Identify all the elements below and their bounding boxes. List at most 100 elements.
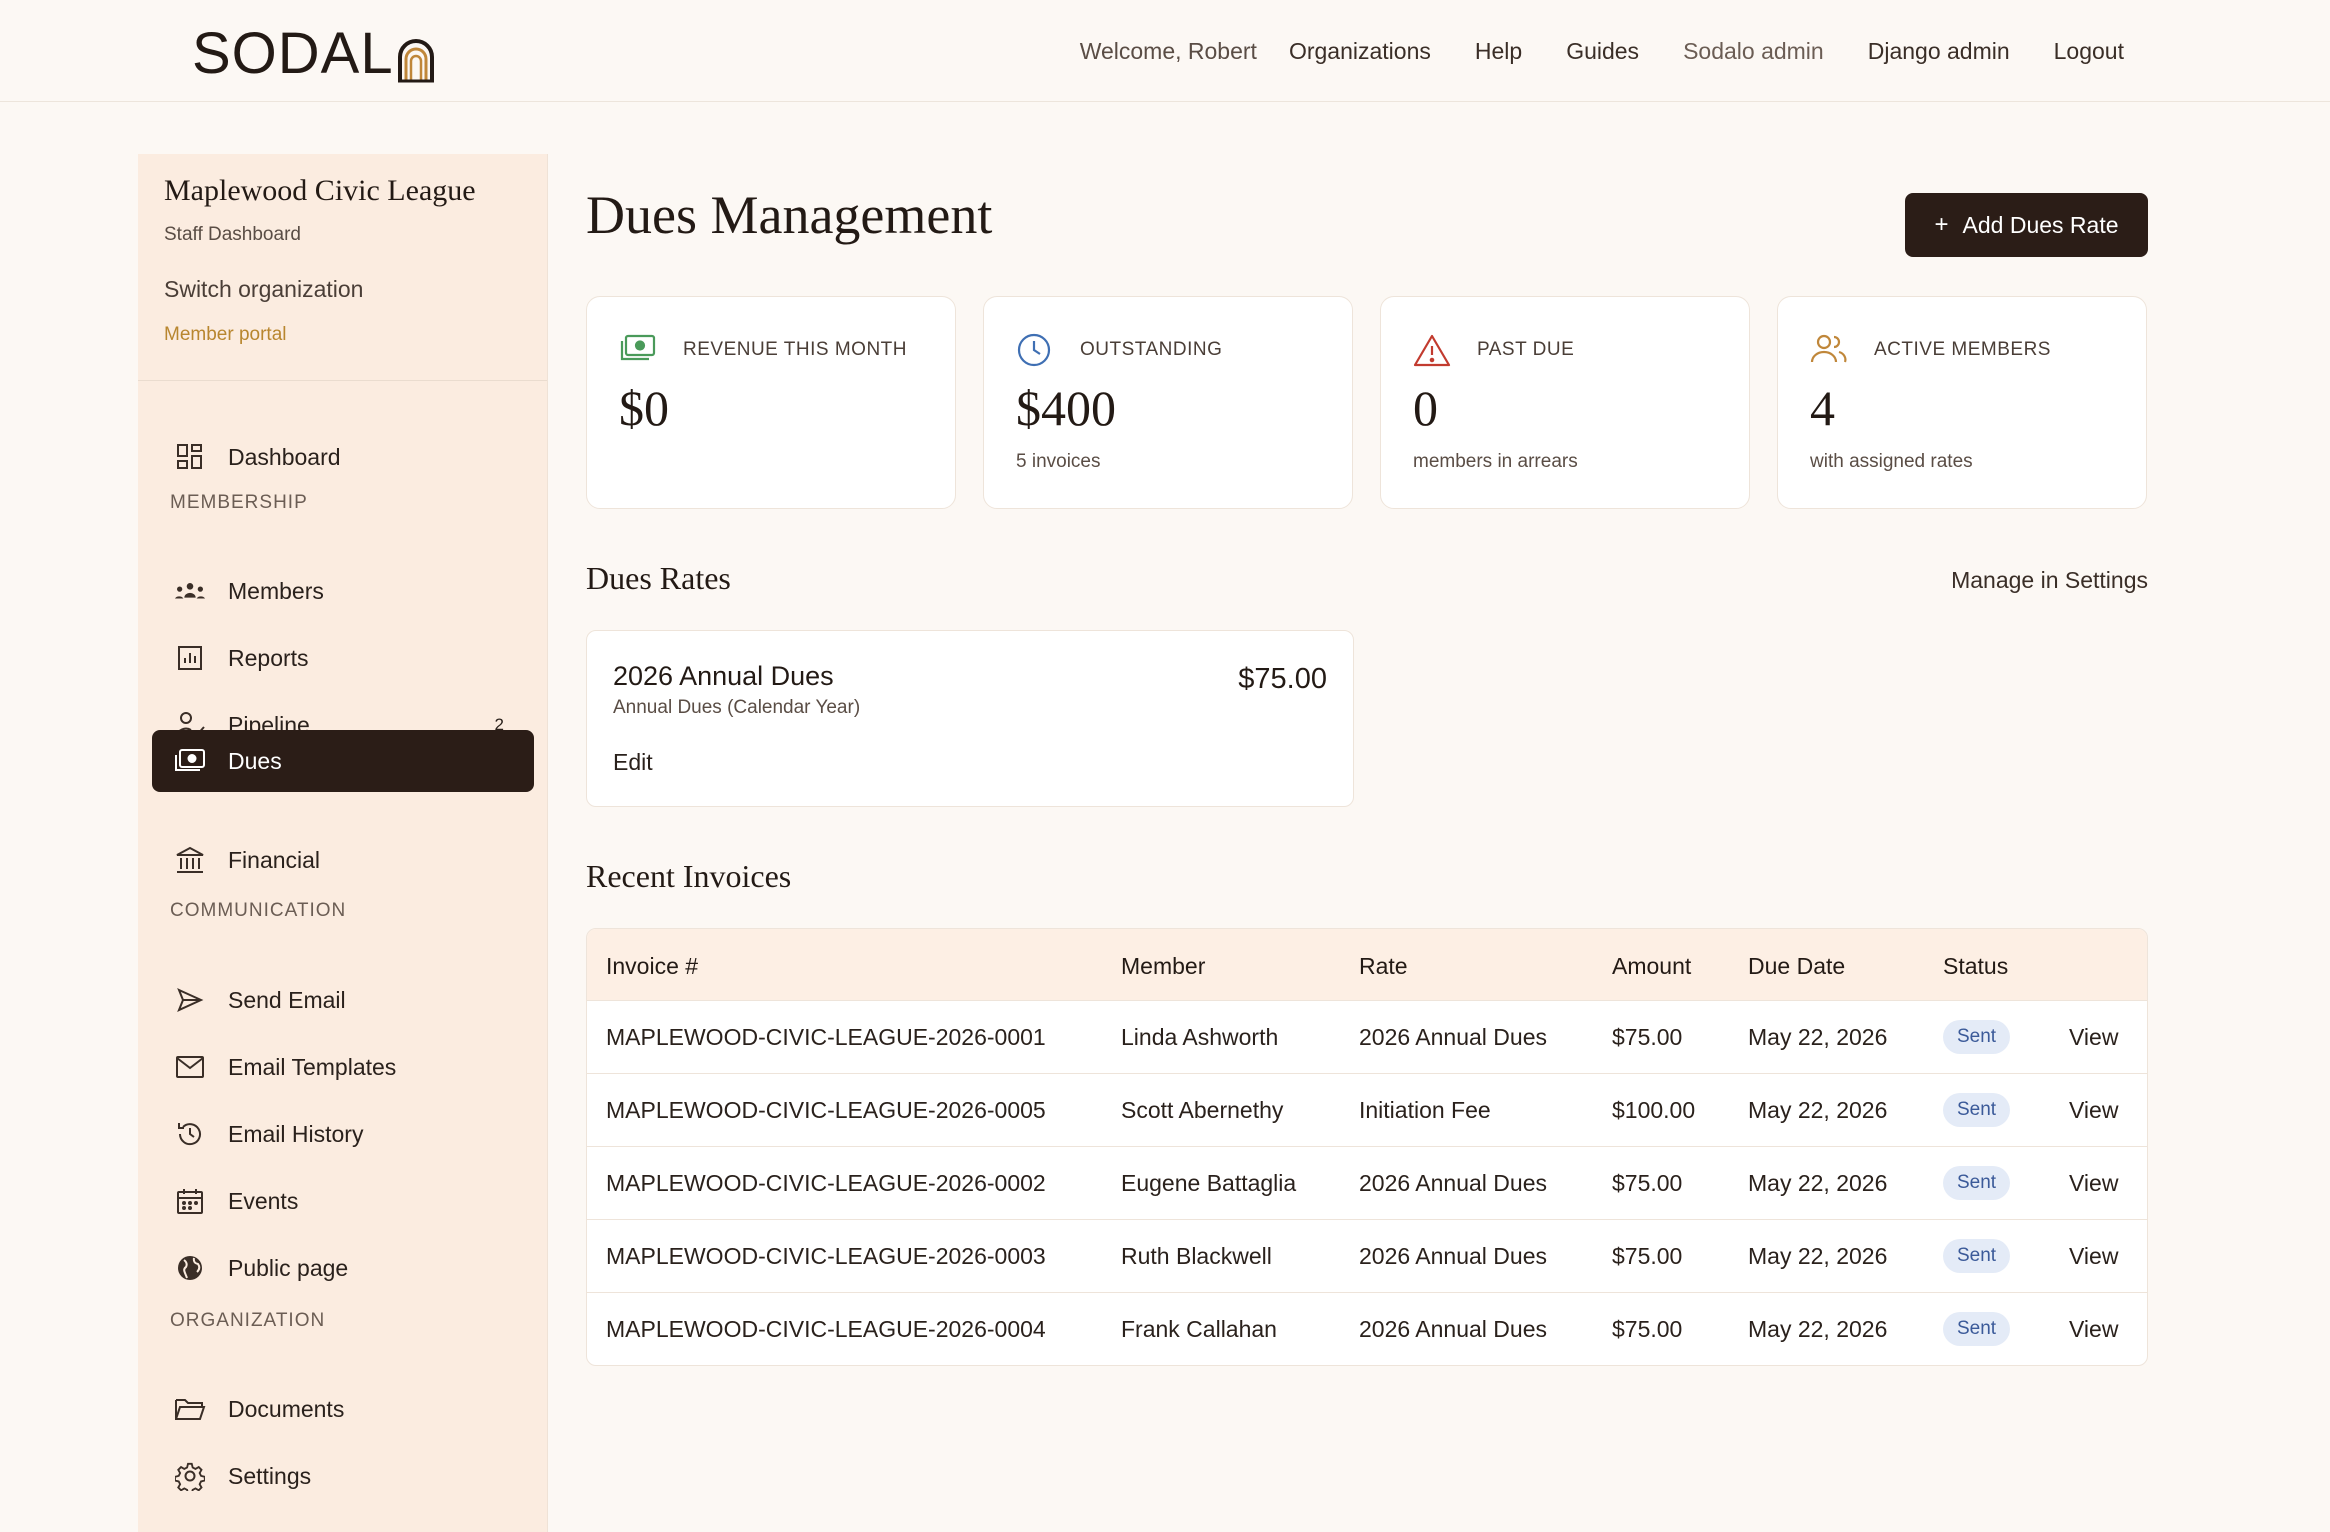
- sidebar: Maplewood Civic League Staff Dashboard S…: [138, 154, 548, 1532]
- nav-help[interactable]: Help: [1475, 38, 1522, 65]
- invoice-number: MAPLEWOOD-CIVIC-LEAGUE-2026-0001: [606, 1024, 1046, 1050]
- table-row: MAPLEWOOD-CIVIC-LEAGUE-2026-0002 Eugene …: [587, 1147, 2147, 1220]
- nav-django-admin[interactable]: Django admin: [1868, 38, 2010, 65]
- rate-edit-link[interactable]: Edit: [613, 749, 653, 776]
- nav-sodalo-admin[interactable]: Sodalo admin: [1683, 38, 1824, 65]
- member-portal-link[interactable]: Member portal: [164, 324, 287, 346]
- status-badge: Sent: [1943, 1312, 2011, 1346]
- nav-logout[interactable]: Logout: [2054, 38, 2124, 65]
- stat-sub: 5 invoices: [1016, 451, 1101, 472]
- stat-value: $0: [619, 380, 669, 436]
- invoice-number: MAPLEWOOD-CIVIC-LEAGUE-2026-0003: [606, 1243, 1046, 1269]
- stat-value: 4: [1810, 380, 1835, 436]
- sidebar-item-public-page[interactable]: Public page: [152, 1237, 534, 1299]
- column-header[interactable]: Status: [1943, 953, 2008, 980]
- invoice-member: Scott Abernethy: [1121, 1097, 1284, 1123]
- stat-value: $400: [1016, 380, 1116, 436]
- sidebar-item-dues[interactable]: Dues: [152, 730, 534, 792]
- sidebar-item-settings[interactable]: Settings: [152, 1445, 534, 1507]
- invoice-amount: $75.00: [1612, 1316, 1683, 1342]
- sidebar-item-label: Dues: [228, 747, 282, 774]
- stat-label: ACTIVE MEMBERS: [1874, 339, 2051, 360]
- sodalo-logo[interactable]: SODAL: [192, 20, 436, 87]
- money-icon: [619, 333, 657, 367]
- manage-in-settings-link[interactable]: Manage in Settings: [1951, 567, 2148, 594]
- sidebar-item-reports[interactable]: Reports: [152, 627, 534, 689]
- sidebar-item-financial[interactable]: Financial: [152, 829, 534, 891]
- invoice-number: MAPLEWOOD-CIVIC-LEAGUE-2026-0004: [606, 1316, 1046, 1342]
- column-header[interactable]: Amount: [1612, 953, 1691, 980]
- view-invoice-link[interactable]: View: [2069, 1243, 2118, 1270]
- sidebar-item-email-history[interactable]: Email History: [152, 1103, 534, 1165]
- table-row: MAPLEWOOD-CIVIC-LEAGUE-2026-0004 Frank C…: [587, 1293, 2147, 1365]
- sidebar-item-email-templates[interactable]: Email Templates: [152, 1036, 534, 1098]
- switch-organization-link[interactable]: Switch organization: [164, 276, 363, 303]
- view-invoice-link[interactable]: View: [2069, 1097, 2118, 1124]
- stat-card-revenue: REVENUE THIS MONTH $0: [586, 296, 956, 509]
- nav-guides[interactable]: Guides: [1566, 38, 1639, 65]
- status-badge: Sent: [1943, 1166, 2011, 1200]
- invoice-due-date: May 22, 2026: [1748, 1316, 1888, 1342]
- org-subtitle: Staff Dashboard: [164, 224, 301, 245]
- add-dues-rate-label: Add Dues Rate: [1962, 211, 2119, 238]
- invoice-due-date: May 22, 2026: [1748, 1024, 1888, 1050]
- top-nav: Welcome, Robert Organizations Help Guide…: [1080, 0, 2124, 102]
- column-header[interactable]: Rate: [1359, 953, 1408, 980]
- add-dues-rate-button[interactable]: + Add Dues Rate: [1905, 193, 2148, 257]
- invoice-number: MAPLEWOOD-CIVIC-LEAGUE-2026-0002: [606, 1170, 1046, 1196]
- reports-icon: [174, 642, 206, 674]
- sidebar-item-label: Financial: [228, 846, 321, 873]
- warning-icon: [1413, 333, 1451, 367]
- stat-card-past-due: PAST DUE 0 members in arrears: [1380, 296, 1750, 509]
- clock-icon: [1016, 333, 1054, 367]
- column-header[interactable]: Invoice #: [606, 953, 698, 980]
- sidebar-divider: [138, 380, 547, 381]
- invoice-due-date: May 22, 2026: [1748, 1243, 1888, 1269]
- invoice-rate: Initiation Fee: [1359, 1097, 1491, 1123]
- column-header[interactable]: Due Date: [1748, 953, 1845, 980]
- column-header[interactable]: Member: [1121, 953, 1205, 980]
- section-communication: COMMUNICATION: [170, 900, 347, 921]
- section-membership: MEMBERSHIP: [170, 492, 308, 513]
- invoice-amount: $100.00: [1612, 1097, 1696, 1123]
- sidebar-item-label: Dashboard: [228, 443, 341, 470]
- view-invoice-link[interactable]: View: [2069, 1170, 2118, 1197]
- mail-icon: [174, 1051, 206, 1083]
- sidebar-item-dashboard[interactable]: Dashboard: [152, 426, 534, 488]
- sidebar-item-label: Settings: [228, 1462, 312, 1489]
- invoice-rate: 2026 Annual Dues: [1359, 1316, 1547, 1342]
- sidebar-item-send-email[interactable]: Send Email: [152, 969, 534, 1031]
- plus-icon: +: [1934, 211, 1949, 238]
- sidebar-item-label: Documents: [228, 1395, 345, 1422]
- bank-icon: [174, 844, 206, 876]
- view-invoice-link[interactable]: View: [2069, 1316, 2118, 1343]
- sidebar-item-label: Reports: [228, 644, 309, 671]
- calendar-icon: [174, 1185, 206, 1217]
- view-invoice-link[interactable]: View: [2069, 1024, 2118, 1051]
- invoice-member: Linda Ashworth: [1121, 1024, 1279, 1050]
- invoice-member: Eugene Battaglia: [1121, 1170, 1297, 1196]
- page-title: Dues Management: [586, 185, 993, 245]
- sidebar-item-label: Members: [228, 577, 324, 604]
- table-header: Invoice # Member Rate Amount Due Date St…: [587, 929, 2147, 1001]
- invoice-due-date: May 22, 2026: [1748, 1097, 1888, 1123]
- stat-card-active-members: ACTIVE MEMBERS 4 with assigned rates: [1777, 296, 2147, 509]
- invoice-amount: $75.00: [1612, 1170, 1683, 1196]
- invoice-member: Ruth Blackwell: [1121, 1243, 1272, 1269]
- section-organization: ORGANIZATION: [170, 1310, 326, 1331]
- stat-card-outstanding: OUTSTANDING $400 5 invoices: [983, 296, 1353, 509]
- rate-type: Annual Dues (Calendar Year): [613, 697, 861, 718]
- invoice-amount: $75.00: [1612, 1243, 1683, 1269]
- sidebar-item-events[interactable]: Events: [152, 1170, 534, 1232]
- sidebar-item-documents[interactable]: Documents: [152, 1378, 534, 1440]
- send-icon: [174, 984, 206, 1016]
- table-row: MAPLEWOOD-CIVIC-LEAGUE-2026-0005 Scott A…: [587, 1074, 2147, 1147]
- dashboard-icon: [174, 441, 206, 473]
- top-bar: SODAL Welcome, Robert Organizations Help…: [0, 0, 2330, 102]
- status-badge: Sent: [1943, 1020, 2011, 1054]
- stat-label: OUTSTANDING: [1080, 339, 1223, 360]
- sidebar-item-members[interactable]: Members: [152, 560, 534, 622]
- sidebar-item-label: Events: [228, 1187, 299, 1214]
- nav-organizations[interactable]: Organizations: [1289, 38, 1431, 65]
- table-row: MAPLEWOOD-CIVIC-LEAGUE-2026-0001 Linda A…: [587, 1001, 2147, 1074]
